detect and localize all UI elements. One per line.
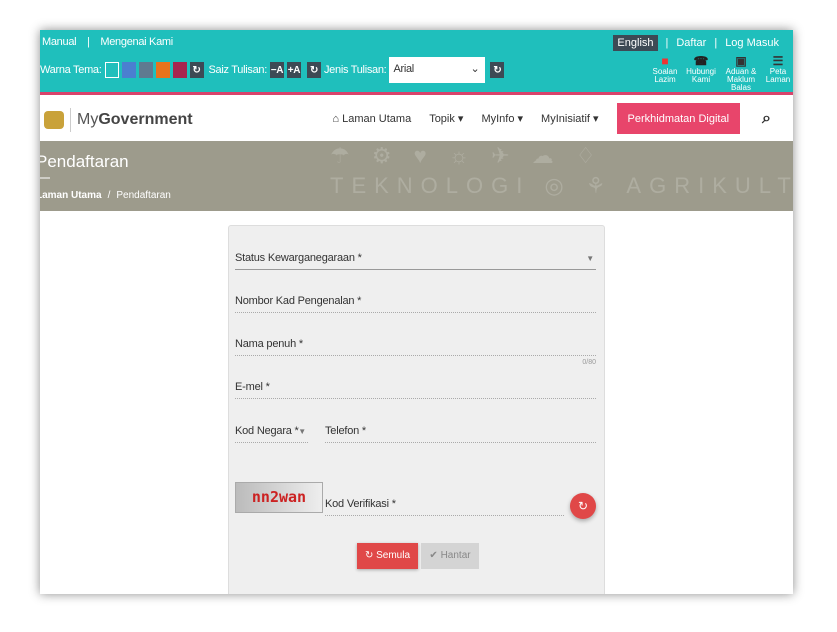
sitemap-link[interactable]: ☰ Peta Laman xyxy=(765,54,791,92)
theme-orange[interactable] xyxy=(155,62,170,78)
breadcrumb-separator: / xyxy=(107,190,111,201)
phone-icon: ☎ xyxy=(693,54,709,68)
phone-input[interactable]: Telefon * xyxy=(325,425,596,443)
captcha-image: nn2wan xyxy=(235,482,323,513)
refresh-icon[interactable]: ↻ xyxy=(306,62,321,78)
registration-form: Status Kewarganegaraan * ▼ Nombor Kad Pen… xyxy=(228,225,605,594)
captcha-input[interactable]: Kod Verifikasi * xyxy=(325,498,564,516)
sitemap-label: Peta Laman xyxy=(765,67,791,84)
manual-link[interactable]: Manual xyxy=(42,36,77,48)
sitemap-icon: ☰ xyxy=(772,54,784,68)
breadcrumb-home[interactable]: Laman Utama xyxy=(40,190,102,201)
about-link[interactable]: Mengenai Kami xyxy=(100,36,173,48)
citizenship-select[interactable]: Status Kewarganegaraan * ▼ xyxy=(235,252,596,270)
email-label: E-mel * xyxy=(235,381,270,393)
register-link[interactable]: Daftar xyxy=(676,37,706,49)
login-link[interactable]: Log Masuk xyxy=(725,37,779,49)
language-label: English xyxy=(617,37,654,49)
nav-home[interactable]: ⌂ Laman Utama xyxy=(332,113,411,125)
name-char-counter: 0/80 xyxy=(582,359,596,366)
country-code-select[interactable]: Kod Negara * ▼ xyxy=(235,425,308,443)
home-icon: ⌂ xyxy=(332,112,340,125)
nav-home-label: Laman Utama xyxy=(342,112,412,125)
decrease-font-button[interactable]: −A xyxy=(269,62,284,78)
reset-button[interactable]: ↻ Semula xyxy=(357,543,418,569)
caret-down-icon: ▼ xyxy=(298,427,306,436)
submit-button[interactable]: ✔ Hantar xyxy=(421,543,479,569)
ic-number-input[interactable]: Nombor Kad Pengenalan * xyxy=(235,295,596,313)
caret-down-icon: ▼ xyxy=(586,254,594,263)
chevron-down-icon: ⌄ xyxy=(470,63,480,75)
page-banner: ☂ ⚙ ♥ ☼ ✈ ☁ ♢TEKNOLOGI ◎ ⚘ AGRIKULTUR Pe… xyxy=(40,141,793,211)
divider: | xyxy=(87,36,90,48)
page-title: Pendaftaran xyxy=(40,152,129,171)
feedback-icon: ▣ xyxy=(735,54,747,68)
captcha-label: Kod Verifikasi * xyxy=(325,498,396,510)
refresh-icon: ↻ xyxy=(364,550,374,561)
faq-label: Soalan Lazim xyxy=(652,67,678,84)
nav-myinfo[interactable]: MyInfo ▾ xyxy=(481,112,523,125)
refresh-icon: ↻ xyxy=(577,499,589,513)
theme-blue[interactable] xyxy=(121,62,136,78)
main-navbar: MyGovernment ⌂ Laman Utama Topik ▾ MyInf… xyxy=(40,95,793,141)
digital-services-button[interactable]: Perkhidmatan Digital xyxy=(616,103,741,134)
font-type-select[interactable]: Arial ⌄ xyxy=(389,57,486,83)
ic-label: Nombor Kad Pengenalan * xyxy=(235,295,362,307)
logo[interactable]: MyGovernment xyxy=(44,108,193,132)
font-type-label: Jenis Tulisan: xyxy=(323,64,387,76)
refresh-captcha-button[interactable]: ↻ xyxy=(570,493,596,519)
feedback-label: Aduan & Maklum Balas xyxy=(725,67,757,92)
refresh-icon[interactable]: ↻ xyxy=(490,62,505,78)
brand-name: Government xyxy=(98,111,193,128)
breadcrumb-current: Pendaftaran xyxy=(116,190,171,201)
full-name-input[interactable]: Nama penuh * xyxy=(235,338,596,356)
country-code-label: Kod Negara * xyxy=(235,425,299,437)
font-size-label: Saiz Tulisan: xyxy=(208,64,268,76)
feedback-link[interactable]: ▣ Aduan & Maklum Balas xyxy=(721,54,761,92)
brand-prefix: My xyxy=(77,111,99,128)
increase-font-button[interactable]: +A xyxy=(286,62,301,78)
font-type-value: Arial xyxy=(393,63,414,75)
name-label: Nama penuh * xyxy=(235,338,303,350)
contact-link[interactable]: ☎ Hubungi Kami xyxy=(685,54,717,92)
breadcrumb: Laman Utama / Pendaftaran xyxy=(40,190,171,201)
reset-label: Semula xyxy=(376,550,411,561)
faq-icon: ■ xyxy=(661,54,669,68)
page: Manual | Mengenai Kami Warna Tema: ↻ Sai… xyxy=(40,30,793,594)
theme-slate[interactable] xyxy=(138,62,153,78)
submit-label: Hantar xyxy=(440,550,471,561)
crest-icon xyxy=(44,111,64,129)
nav-topik[interactable]: Topik ▾ xyxy=(429,112,463,125)
banner-decoration: ☂ ⚙ ♥ ☼ ✈ ☁ ♢TEKNOLOGI ◎ ⚘ AGRIKULTUR xyxy=(330,143,793,198)
theme-teal[interactable] xyxy=(104,62,119,78)
contact-label: Hubungi Kami xyxy=(686,67,716,84)
check-icon: ✔ xyxy=(429,550,438,561)
top-utility-bar: Manual | Mengenai Kami Warna Tema: ↻ Sai… xyxy=(40,30,793,95)
language-button[interactable]: English xyxy=(613,35,658,51)
search-icon[interactable]: ⌕ xyxy=(762,110,771,128)
theme-maroon[interactable] xyxy=(172,62,187,78)
email-input[interactable]: E-mel * xyxy=(235,381,596,399)
citizenship-label: Status Kewarganegaraan * xyxy=(235,252,362,264)
theme-label: Warna Tema: xyxy=(40,64,102,76)
refresh-icon[interactable]: ↻ xyxy=(189,62,204,78)
faq-link[interactable]: ■ Soalan Lazim xyxy=(649,54,681,92)
nav-myinisiatif[interactable]: MyInisiatif ▾ xyxy=(541,112,598,125)
phone-label: Telefon * xyxy=(325,425,367,437)
